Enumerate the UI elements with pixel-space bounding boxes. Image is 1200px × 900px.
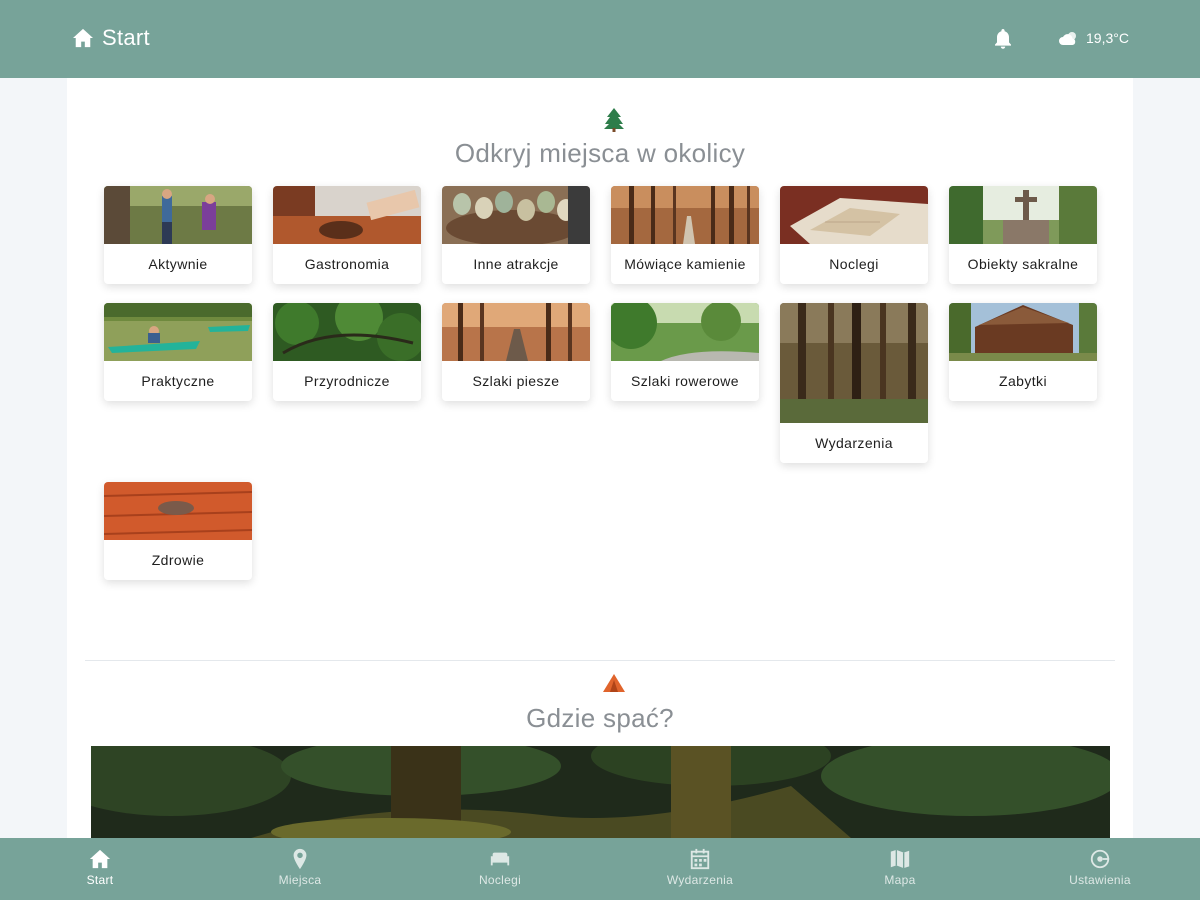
category-card-zdrowie[interactable]: Zdrowie [104, 482, 252, 580]
tent-icon [603, 674, 625, 692]
category-card-gastronomia[interactable]: Gastronomia [273, 186, 421, 284]
category-card-aktywnie[interactable]: Aktywnie [104, 186, 252, 284]
category-card-szlaki-piesze[interactable]: Szlaki piesze [442, 303, 590, 401]
category-image [611, 303, 759, 361]
main-content: Odkryj miejsca w okolicy Aktywnie Gastro… [67, 78, 1133, 838]
bed-icon [490, 852, 510, 866]
category-card-praktyczne[interactable]: Praktyczne [104, 303, 252, 401]
nav-label: Wydarzenia [666, 873, 734, 887]
category-label: Mówiące kamienie [624, 256, 746, 272]
category-label: Zdrowie [151, 552, 205, 568]
category-image [273, 303, 421, 361]
category-card-mowiace-kamienie[interactable]: Mówiące kamienie [611, 186, 759, 284]
nav-item-miejsca[interactable]: Miejsca [200, 838, 400, 900]
nav-label: Ustawienia [1069, 873, 1131, 887]
category-label: Przyrodnicze [304, 373, 390, 389]
category-label: Wydarzenia [815, 435, 893, 451]
category-label: Gastronomia [304, 256, 390, 272]
nav-label: Mapa [884, 873, 916, 887]
category-label: Inne atrakcje [473, 256, 559, 272]
bottom-navigation: Start Miejsca Noclegi Wydarzenia Mapa Us… [0, 838, 1200, 900]
category-image [104, 303, 252, 361]
category-card-zabytki[interactable]: Zabytki [949, 303, 1097, 401]
calendar-icon [690, 848, 710, 870]
category-label: Praktyczne [141, 373, 215, 389]
category-label: Szlaki piesze [472, 373, 560, 389]
nav-label: Miejsca [278, 873, 322, 887]
discover-title: Odkryj miejsca w okolicy [454, 138, 746, 168]
forest-image [91, 746, 1110, 838]
nav-label: Start [86, 873, 114, 887]
nav-item-ustawienia[interactable]: Ustawienia [1000, 838, 1200, 900]
home-icon [89, 849, 111, 869]
home-label: Start [102, 25, 150, 50]
bell-icon[interactable] [993, 28, 1013, 50]
weather-widget[interactable]: 19,3°C [1057, 30, 1129, 46]
home-icon [73, 28, 93, 48]
category-image [780, 186, 928, 244]
nav-label: Noclegi [478, 873, 522, 887]
category-label: Noclegi [829, 256, 879, 272]
nav-item-wydarzenia[interactable]: Wydarzenia [600, 838, 800, 900]
category-image [949, 186, 1097, 244]
settings-icon [1090, 849, 1110, 869]
nav-item-mapa[interactable]: Mapa [800, 838, 1000, 900]
category-image [442, 186, 590, 244]
pine-tree-icon [604, 108, 624, 132]
category-card-szlaki-rowerowe[interactable]: Szlaki rowerowe [611, 303, 759, 401]
map-pin-icon [293, 848, 307, 870]
category-image [104, 186, 252, 244]
map-icon [890, 849, 910, 869]
weather-temp: 19,3°C [1086, 30, 1129, 46]
category-card-przyrodnicze[interactable]: Przyrodnicze [273, 303, 421, 401]
category-card-noclegi[interactable]: Noclegi [780, 186, 928, 284]
section-divider [85, 660, 1115, 661]
nav-item-start[interactable]: Start [0, 838, 200, 900]
cloud-sun-icon [1059, 32, 1076, 45]
category-card-obiekty-sakralne[interactable]: Obiekty sakralne [949, 186, 1097, 284]
category-card-inne-atrakcje[interactable]: Inne atrakcje [442, 186, 590, 284]
category-label: Obiekty sakralne [967, 256, 1079, 272]
category-image [273, 186, 421, 244]
sleep-title: Gdzie spać? [526, 703, 674, 733]
category-image [780, 303, 928, 423]
category-label: Zabytki [999, 373, 1047, 389]
accommodation-banner-image[interactable] [91, 746, 1110, 838]
category-image [611, 186, 759, 244]
category-label: Aktywnie [148, 256, 208, 272]
category-card-wydarzenia[interactable]: Wydarzenia [780, 303, 928, 463]
category-image [104, 482, 252, 540]
category-image [949, 303, 1097, 361]
home-link[interactable]: Start [72, 25, 150, 51]
nav-item-noclegi[interactable]: Noclegi [400, 838, 600, 900]
category-label: Szlaki rowerowe [631, 373, 739, 389]
category-image [442, 303, 590, 361]
top-app-bar: Start 19,3°C [0, 0, 1200, 78]
